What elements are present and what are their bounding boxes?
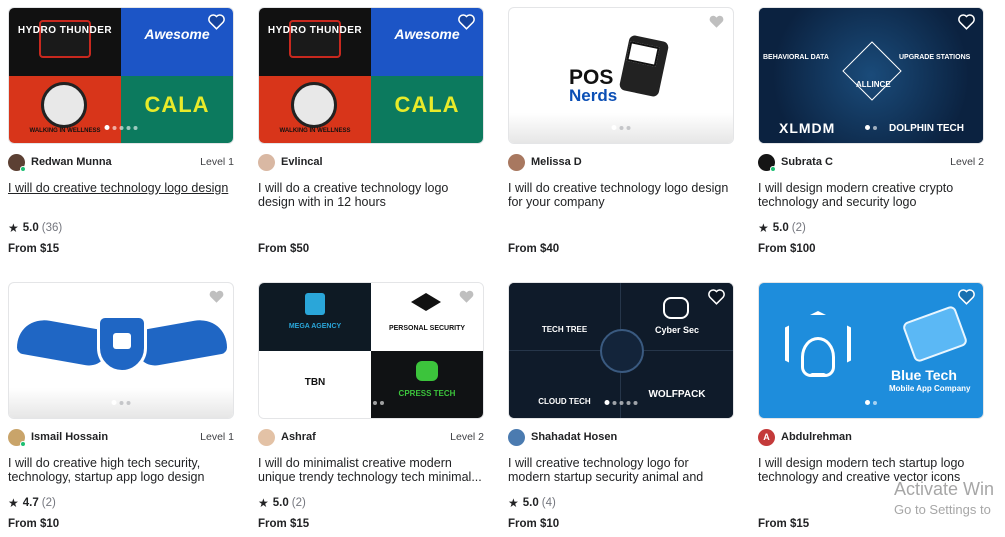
gig-image[interactable]: POS Nerds — [508, 7, 734, 144]
gig-title[interactable]: I will do creative high tech security, t… — [8, 456, 234, 484]
gig-image[interactable]: MEGA AGENCY PERSONAL SECURITY TBN CPRESS… — [258, 282, 484, 419]
gig-price: From $50 — [258, 243, 310, 255]
gig-rating: ★ 5.0 (36) — [8, 221, 63, 235]
gig-card[interactable]: HYDRO THUNDER Awesome WALKING IN WELLNES… — [8, 7, 234, 282]
avatar[interactable] — [508, 153, 525, 171]
seller-level: Level 1 — [200, 156, 234, 168]
star-icon: ★ — [8, 496, 19, 510]
carousel-dots[interactable] — [111, 400, 131, 405]
heart-outline-icon[interactable] — [707, 288, 726, 305]
online-indicator — [20, 440, 26, 447]
gig-title[interactable]: I will do a creative technology logo des… — [258, 181, 484, 209]
avatar[interactable] — [258, 428, 275, 446]
seller-name[interactable]: Abdulrehman — [781, 431, 852, 443]
star-icon: ★ — [8, 221, 19, 235]
carousel-dots[interactable] — [865, 400, 877, 405]
avatar[interactable] — [508, 428, 525, 446]
gig-title[interactable]: I will design modern creative crypto tec… — [758, 181, 984, 209]
gig-price: From $15 — [258, 518, 310, 530]
carousel-dots[interactable] — [104, 125, 138, 130]
avatar[interactable] — [8, 428, 26, 447]
seller-level: Level 2 — [450, 431, 484, 443]
gig-price: From $100 — [758, 243, 816, 255]
heart-outline-icon[interactable] — [457, 288, 476, 305]
avatar[interactable] — [8, 153, 26, 172]
seller-level: Level 1 — [200, 431, 234, 443]
gig-rating: ★ 5.0 (2) — [758, 221, 806, 235]
seller-name[interactable]: Redwan Munna — [31, 156, 112, 168]
gig-card[interactable]: HYDRO THUNDER Awesome WALKING IN WELLNES… — [258, 7, 484, 282]
online-indicator — [20, 165, 26, 172]
gig-image[interactable]: HYDRO THUNDER Awesome WALKING IN WELLNES… — [258, 7, 484, 144]
seller-name[interactable]: Ashraf — [281, 431, 316, 443]
gig-card[interactable]: BEHAVIORAL DATA UPGRADE STATIONS ALLINCE… — [758, 7, 984, 282]
heart-outline-icon[interactable] — [207, 288, 226, 305]
gig-title[interactable]: I will creative technology logo for mode… — [508, 456, 734, 484]
seller-name[interactable]: Shahadat Hosen — [531, 431, 617, 443]
gig-card[interactable]: TECH TREE Cyber Sec CLOUD TECH WOLFPACK … — [508, 282, 734, 537]
carousel-dots[interactable] — [865, 125, 877, 130]
online-indicator — [770, 165, 776, 172]
gig-image[interactable]: Blue Tech Mobile App Company — [758, 282, 984, 419]
gig-price: From $10 — [508, 518, 560, 530]
gig-title[interactable]: I will do creative technology logo desig… — [8, 181, 234, 209]
gig-title[interactable]: I will do creative technology logo desig… — [508, 181, 734, 209]
gig-price: From $10 — [8, 518, 60, 530]
gig-price: From $15 — [8, 243, 60, 255]
carousel-dots[interactable] — [611, 125, 631, 130]
gig-grid: HYDRO THUNDER Awesome WALKING IN WELLNES… — [8, 7, 984, 537]
star-icon: ★ — [508, 496, 519, 510]
heart-outline-icon[interactable] — [457, 13, 476, 30]
gig-card[interactable]: MEGA AGENCY PERSONAL SECURITY TBN CPRESS… — [258, 282, 484, 537]
heart-outline-icon[interactable] — [957, 13, 976, 30]
seller-name[interactable]: Evlincal — [281, 156, 323, 168]
gig-card[interactable]: Ismail Hossain Level 1 I will do creativ… — [8, 282, 234, 537]
seller-name[interactable]: Subrata C — [781, 156, 833, 168]
seller-name[interactable]: Melissa D — [531, 156, 582, 168]
heart-outline-icon[interactable] — [707, 13, 726, 30]
gig-image[interactable]: BEHAVIORAL DATA UPGRADE STATIONS ALLINCE… — [758, 7, 984, 144]
star-icon: ★ — [758, 221, 769, 235]
avatar[interactable]: A — [758, 428, 775, 446]
gig-rating: ★ 5.0 (2) — [258, 496, 306, 510]
gig-rating — [508, 221, 734, 235]
gig-image[interactable] — [8, 282, 234, 419]
gig-image-tile: HYDRO THUNDER — [9, 8, 121, 76]
gig-image[interactable]: HYDRO THUNDER Awesome WALKING IN WELLNES… — [8, 7, 234, 144]
avatar[interactable] — [758, 153, 776, 172]
carousel-dots[interactable] — [358, 400, 384, 405]
gig-card[interactable]: POS Nerds Melissa D I will do creative t… — [508, 7, 734, 282]
heart-outline-icon[interactable] — [957, 288, 976, 305]
heart-outline-icon[interactable] — [207, 13, 226, 30]
gig-price: From $40 — [508, 243, 560, 255]
gig-price: From $15 — [758, 518, 810, 530]
star-icon: ★ — [258, 496, 269, 510]
avatar[interactable] — [258, 153, 275, 171]
gig-title[interactable]: I will do minimalist creative modern uni… — [258, 456, 484, 484]
seller-name[interactable]: Ismail Hossain — [31, 431, 108, 443]
activate-windows-watermark: Activate Win Go to Settings to — [894, 479, 995, 517]
gig-rating: ★ 5.0 (4) — [508, 496, 556, 510]
gig-image[interactable]: TECH TREE Cyber Sec CLOUD TECH WOLFPACK — [508, 282, 734, 419]
carousel-dots[interactable] — [604, 400, 638, 405]
seller-level: Level 2 — [950, 156, 984, 168]
gig-rating — [258, 221, 484, 235]
gig-rating: ★ 4.7 (2) — [8, 496, 56, 510]
